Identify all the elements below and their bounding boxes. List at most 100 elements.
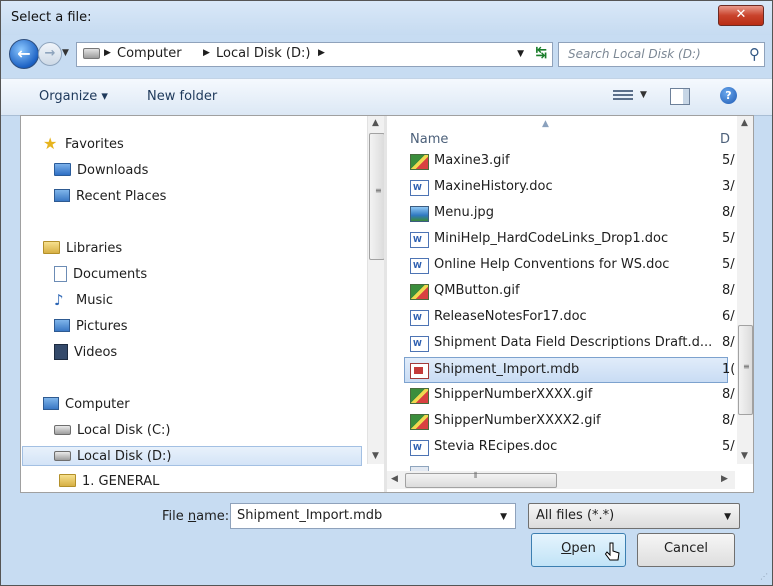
sort-ascending-icon: ▲ [542,119,549,129]
file-row[interactable]: ShipperNumberXXXX2.gif 8/ [405,409,735,433]
preview-pane-icon[interactable] [670,88,690,105]
search-box[interactable]: Search Local Disk (D:) ⚲ [558,42,765,67]
scroll-up-arrow-icon[interactable]: ▲ [741,118,748,128]
drive-icon [54,424,71,435]
search-input[interactable]: Search Local Disk (D:) [568,47,701,61]
doc-file-icon [410,176,429,200]
nav-libraries-label: Libraries [66,241,123,256]
nav-downloads[interactable]: Downloads [54,161,148,181]
file-row[interactable]: MiniHelp_HardCodeLinks_Drop1.doc 5/ [405,227,735,252]
navigation-scrollbar[interactable]: ▲ ≡ ▼ [367,116,385,464]
nav-computer[interactable]: Computer [43,395,130,415]
scroll-up-arrow-icon[interactable]: ▲ [372,118,379,128]
file-row[interactable]: Maxine3.gif 5/ [405,149,735,173]
grip-icon: ≡ [375,186,382,195]
mdb-file-icon [410,363,429,379]
gif-file-icon [410,284,429,300]
address-dropdown-icon[interactable]: ▼ [517,49,524,59]
view-dropdown-icon[interactable]: ▼ [640,90,647,100]
breadcrumb-separator-icon[interactable]: ▶ [318,48,325,58]
music-icon: ♪ [54,290,64,309]
file-row[interactable]: Shipment_Import.mdb 1( [404,357,735,383]
file-name-value[interactable]: Shipment_Import.mdb [237,508,382,523]
back-arrow-icon[interactable]: ← [9,39,39,69]
file-type-select[interactable]: All files (*.*) ▼ [528,503,740,529]
breadcrumb-local-disk-d[interactable]: Local Disk (D:) [216,46,310,61]
grip-icon: ≡ [743,362,750,371]
content-area: ★ Favorites Downloads Recent Places Libra… [20,115,754,493]
new-folder-button[interactable]: New folder [147,89,217,104]
nav-favorites-label: Favorites [65,137,124,152]
file-row[interactable]: ReleaseNotesFor17.doc 6/ [405,305,735,330]
view-options-icon[interactable] [613,88,633,102]
navigation-pane: ★ Favorites Downloads Recent Places Libra… [21,116,367,492]
nav-documents-label: Documents [73,267,148,282]
scroll-right-arrow-icon[interactable]: ▶ [721,474,728,484]
documents-icon [54,265,67,282]
gif-file-icon [410,388,429,404]
scrollbar-thumb[interactable]: ⦀ [405,471,557,488]
file-name: Shipment_Import.mdb [434,362,580,377]
cancel-button[interactable]: Cancel [637,533,735,567]
nav-favorites[interactable]: ★ Favorites [43,135,124,155]
nav-folder-general-label: 1. GENERAL [82,474,160,489]
doc-file-icon [410,254,429,278]
scrollbar-thumb[interactable]: ≡ [369,133,385,260]
nav-music-label: Music [76,293,113,308]
scroll-left-arrow-icon[interactable]: ◀ [391,474,398,484]
doc-file-icon [410,228,429,252]
close-button[interactable]: ✕ [718,5,764,26]
file-name-input[interactable]: Shipment_Import.mdb ▼ [230,503,516,529]
file-row[interactable]: MaxineHistory.doc 3/ [405,175,735,200]
file-name-label-suffix: ame: [196,509,230,524]
breadcrumb-separator-icon[interactable]: ▶ [104,48,111,58]
file-row[interactable]: QMButton.gif 8/ [405,279,735,303]
help-icon[interactable]: ? [720,87,737,104]
scroll-down-arrow-icon[interactable]: ▼ [372,451,379,461]
file-row[interactable]: Menu.jpg 8/ [405,201,735,225]
column-name-header[interactable]: Name [410,132,448,147]
forward-arrow-icon[interactable]: → [38,42,62,66]
nav-local-disk-d[interactable]: Local Disk (D:) [22,446,362,466]
history-dropdown-icon[interactable]: ▼ [62,48,69,58]
grip-icon: ⦀ [474,471,478,480]
file-list-scrollbar[interactable]: ▲ ≡ ▼ [737,116,753,464]
breadcrumb-computer[interactable]: Computer [117,46,182,61]
nav-recent-places[interactable]: Recent Places [54,187,166,207]
file-row[interactable]: Shipment Data Field Descriptions Draft.d… [405,331,735,356]
nav-libraries[interactable]: Libraries [43,239,122,259]
nav-folder-general[interactable]: 1. GENERAL [59,472,159,492]
file-name-label-prefix: File [162,509,188,524]
file-row[interactable]: Stevia REcipes.doc 5/ [405,435,735,460]
horizontal-scrollbar[interactable]: ◀ ⦀ ▶ [387,471,735,489]
downloads-folder-icon [54,163,71,176]
file-type-dropdown-icon[interactable]: ▼ [724,512,731,522]
column-date-header[interactable]: D [720,132,730,147]
nav-local-disk-c[interactable]: Local Disk (C:) [54,421,170,441]
file-row[interactable]: Online Help Conventions for WS.doc 5/ [405,253,735,278]
resize-grip-icon[interactable]: ⋰ [760,572,768,581]
file-name: ReleaseNotesFor17.doc [434,309,587,324]
nav-downloads-label: Downloads [77,163,149,178]
scrollbar-thumb[interactable]: ≡ [738,325,753,415]
computer-icon [43,397,59,410]
file-dialog-window: Select a file: ✕ ← → ▼ ▶ Computer ▶ Loca… [0,0,773,586]
refresh-icon[interactable]: ↹ [535,45,547,61]
file-row[interactable]: ShipperNumberXXXX.gif 8/ [405,383,735,407]
file-name-label-accesskey: n [187,509,197,524]
file-date: 8/ [722,413,735,428]
file-name-dropdown-icon[interactable]: ▼ [500,512,507,522]
recent-places-icon [54,189,70,202]
nav-videos[interactable]: Videos [54,343,117,363]
nav-documents[interactable]: Documents [54,265,147,285]
address-bar[interactable]: ▶ Computer ▶ Local Disk (D:) ▶ ▼ ↹ [76,42,553,67]
file-name: QMButton.gif [434,283,520,298]
nav-music[interactable]: ♪ Music [54,291,113,311]
search-icon[interactable]: ⚲ [749,45,760,63]
scroll-down-arrow-icon[interactable]: ▼ [741,451,748,461]
organize-button[interactable]: Organize ▾ [39,89,108,104]
nav-recent-places-label: Recent Places [76,189,167,204]
nav-pictures[interactable]: Pictures [54,317,127,337]
breadcrumb-separator-icon[interactable]: ▶ [203,48,210,58]
file-name: MaxineHistory.doc [434,179,553,194]
